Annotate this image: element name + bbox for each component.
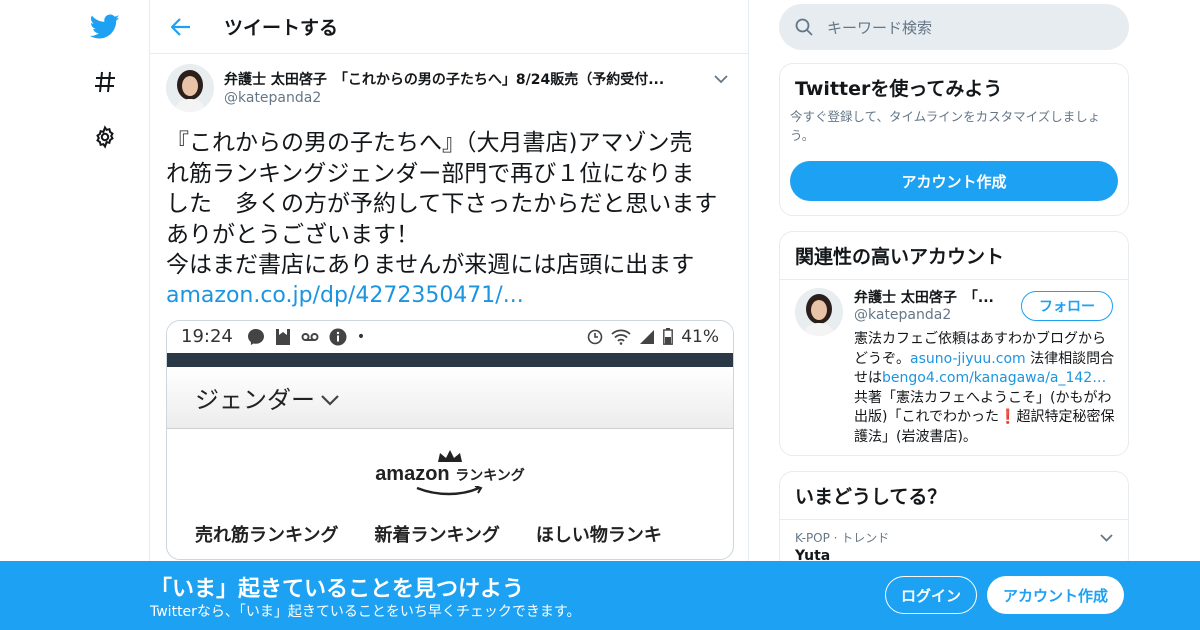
search-icon	[795, 18, 813, 36]
account-bio: 憲法カフェご依頼はあすわかブログからどうぞ。asuno-jiyuu.com 法律…	[854, 330, 1116, 447]
trends-card: いまどうしてる？ K-POP · トレンド Yuta	[779, 471, 1129, 571]
chevron-down-icon	[321, 394, 339, 406]
amazon-logo-sub: ランキング	[455, 466, 525, 483]
category-label: ジェンダー	[195, 385, 315, 414]
card-description: 今すぐ登録して、タイムラインをカスタマイズしましょう。	[790, 109, 1101, 143]
notification-icons: •	[247, 328, 365, 346]
trend-category: K-POP · トレンド	[795, 531, 890, 545]
author-name[interactable]: 弁護士 太田啓子 「これからの男の子たちへ」8/24販売（予約受付...	[224, 69, 714, 89]
search-placeholder: キーワード検索	[827, 18, 933, 37]
info-icon	[329, 328, 347, 345]
status-time: 19:24	[181, 326, 233, 347]
login-button[interactable]: ログイン	[885, 576, 977, 614]
signup-button[interactable]: アカウント作成	[790, 161, 1118, 201]
search-input[interactable]: キーワード検索	[779, 4, 1129, 50]
exclamation-emoji: ❗	[999, 409, 1017, 425]
author-handle[interactable]: @katepanda2	[224, 90, 321, 106]
related-accounts-card: 関連性の高いアカウント 弁護士 太田啓子 「... @katepanda2 フォ…	[779, 231, 1129, 456]
card-title: Twitterを使ってみよう	[795, 78, 1003, 100]
status-right: 41%	[587, 327, 719, 347]
main-column: ツイートする 弁護士 太田啓子 「これからの男の子たちへ」8/24販売（予約受付…	[149, 0, 749, 630]
tweet-image[interactable]: 19:24 • 41% ジェンダー amazon ランキング 売れ筋ランキング …	[166, 319, 734, 560]
signup-banner: 「いま」起きていることを見つけよう Twitterなら、「いま」起きていることを…	[0, 561, 1200, 630]
tweet-author: 弁護士 太田啓子 「これからの男の子たちへ」8/24販売（予約受付... @ka…	[166, 64, 732, 118]
hashtag-icon[interactable]	[88, 65, 122, 99]
app-header-bar	[167, 352, 733, 367]
bio-link[interactable]: bengo4.com/kanagawa/a_142…	[882, 370, 1106, 386]
avatar[interactable]	[166, 64, 214, 112]
chevron-down-icon[interactable]	[710, 68, 732, 90]
alarm-icon	[587, 329, 603, 344]
follow-button[interactable]: フォロー	[1021, 291, 1113, 321]
tweet-text: 『これからの男の子たちへ』（大月書店)アマゾン売 れ筋ランキングジェンダー部門で…	[166, 130, 718, 278]
crown-icon	[438, 449, 462, 462]
category-selector: ジェンダー	[167, 366, 733, 429]
messenger-icon	[247, 328, 264, 345]
bio-link[interactable]: asuno-jiyuu.com	[910, 351, 1026, 367]
shield-icon	[275, 328, 290, 345]
banner-title: 「いま」起きていることを見つけよう	[150, 577, 525, 602]
card-title: いまどうしてる？	[780, 472, 1128, 520]
account-handle[interactable]: @katepanda2	[854, 307, 951, 323]
chevron-down-icon[interactable]	[1096, 528, 1116, 548]
banner-subtitle: Twitterなら、「いま」起きていることをいち早くチェックできます。	[150, 604, 581, 620]
left-nav	[80, 0, 130, 630]
wifi-icon	[611, 329, 631, 345]
ranking-tabs: 売れ筋ランキング 新着ランキング ほしい物ランキ	[195, 524, 662, 546]
try-twitter-card: Twitterを使ってみよう 今すぐ登録して、タイムラインをカスタマイズしましょ…	[779, 63, 1129, 216]
card-title: 関連性の高いアカウント	[780, 232, 1128, 280]
phone-status-bar: 19:24 • 41%	[167, 320, 733, 353]
page-title: ツイートする	[224, 17, 339, 39]
signal-icon	[640, 329, 655, 344]
signup-button[interactable]: アカウント作成	[987, 576, 1124, 614]
dot-icon: •	[356, 328, 366, 345]
battery-icon	[663, 328, 674, 345]
tweet: 弁護士 太田啓子 「これからの男の子たちへ」8/24販売（予約受付... @ka…	[150, 54, 748, 560]
gear-icon[interactable]	[88, 120, 122, 154]
amazon-smile-icon	[416, 485, 483, 495]
twitter-bird-icon[interactable]	[88, 10, 122, 44]
battery-level: 41%	[681, 326, 719, 347]
tweet-link[interactable]: amazon.co.jp/dp/4272350471/...	[166, 283, 732, 308]
arrow-left-icon[interactable]	[166, 12, 196, 42]
avatar[interactable]	[795, 288, 843, 336]
page-header: ツイートする	[150, 0, 748, 54]
voicemail-icon	[301, 332, 319, 341]
amazon-logo: amazon ランキング	[375, 462, 525, 485]
account-name[interactable]: 弁護士 太田啓子 「...	[854, 287, 1014, 307]
